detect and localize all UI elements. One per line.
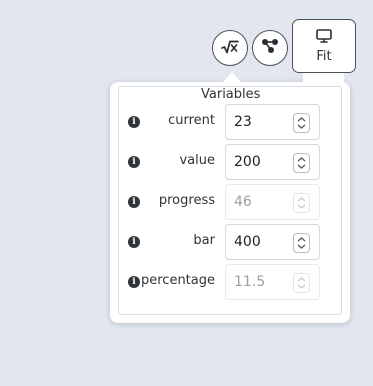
variable-row-current: i current 23 (118, 104, 342, 140)
current-input[interactable]: 23 (225, 104, 320, 140)
info-icon[interactable]: i (128, 156, 140, 168)
monitor-icon (316, 28, 332, 47)
variable-label: bar (193, 233, 215, 248)
info-icon[interactable]: i (128, 276, 140, 288)
fit-button[interactable]: Fit (292, 19, 356, 73)
graph-nodes-icon (261, 38, 279, 58)
variable-row-progress: i progress 46 (118, 184, 342, 220)
info-icon[interactable]: i (128, 196, 140, 208)
formula-button[interactable] (212, 30, 248, 66)
percentage-input: 11.5 (225, 264, 320, 300)
popover-arrow (222, 72, 242, 83)
variable-label: current (168, 113, 215, 128)
popover-tab (303, 73, 344, 83)
variable-row-bar: i bar 400 (118, 224, 342, 260)
stepper-icon (293, 193, 310, 213)
value-input[interactable]: 200 (225, 144, 320, 180)
percentage-value: 11.5 (234, 274, 266, 290)
info-icon[interactable]: i (128, 236, 140, 248)
variable-label: progress (158, 193, 215, 208)
variable-row-value: i value 200 (118, 144, 342, 180)
stepper-icon[interactable] (293, 153, 310, 173)
variable-label: value (179, 153, 215, 168)
graph-button[interactable] (252, 30, 288, 66)
variable-label: percentage (140, 273, 215, 288)
value-value: 200 (234, 154, 261, 170)
bar-input[interactable]: 400 (225, 224, 320, 260)
stepper-icon[interactable] (293, 113, 310, 133)
stepper-icon (293, 273, 310, 293)
progress-value: 46 (234, 194, 252, 210)
bar-value: 400 (234, 234, 261, 250)
progress-input: 46 (225, 184, 320, 220)
fit-label: Fit (316, 49, 332, 64)
square-root-icon (221, 39, 239, 58)
variable-row-percentage: i percentage 11.5 (118, 264, 342, 300)
info-icon[interactable]: i (128, 116, 140, 128)
stepper-icon[interactable] (293, 233, 310, 253)
variables-title: Variables (196, 87, 266, 103)
current-value: 23 (234, 114, 252, 130)
